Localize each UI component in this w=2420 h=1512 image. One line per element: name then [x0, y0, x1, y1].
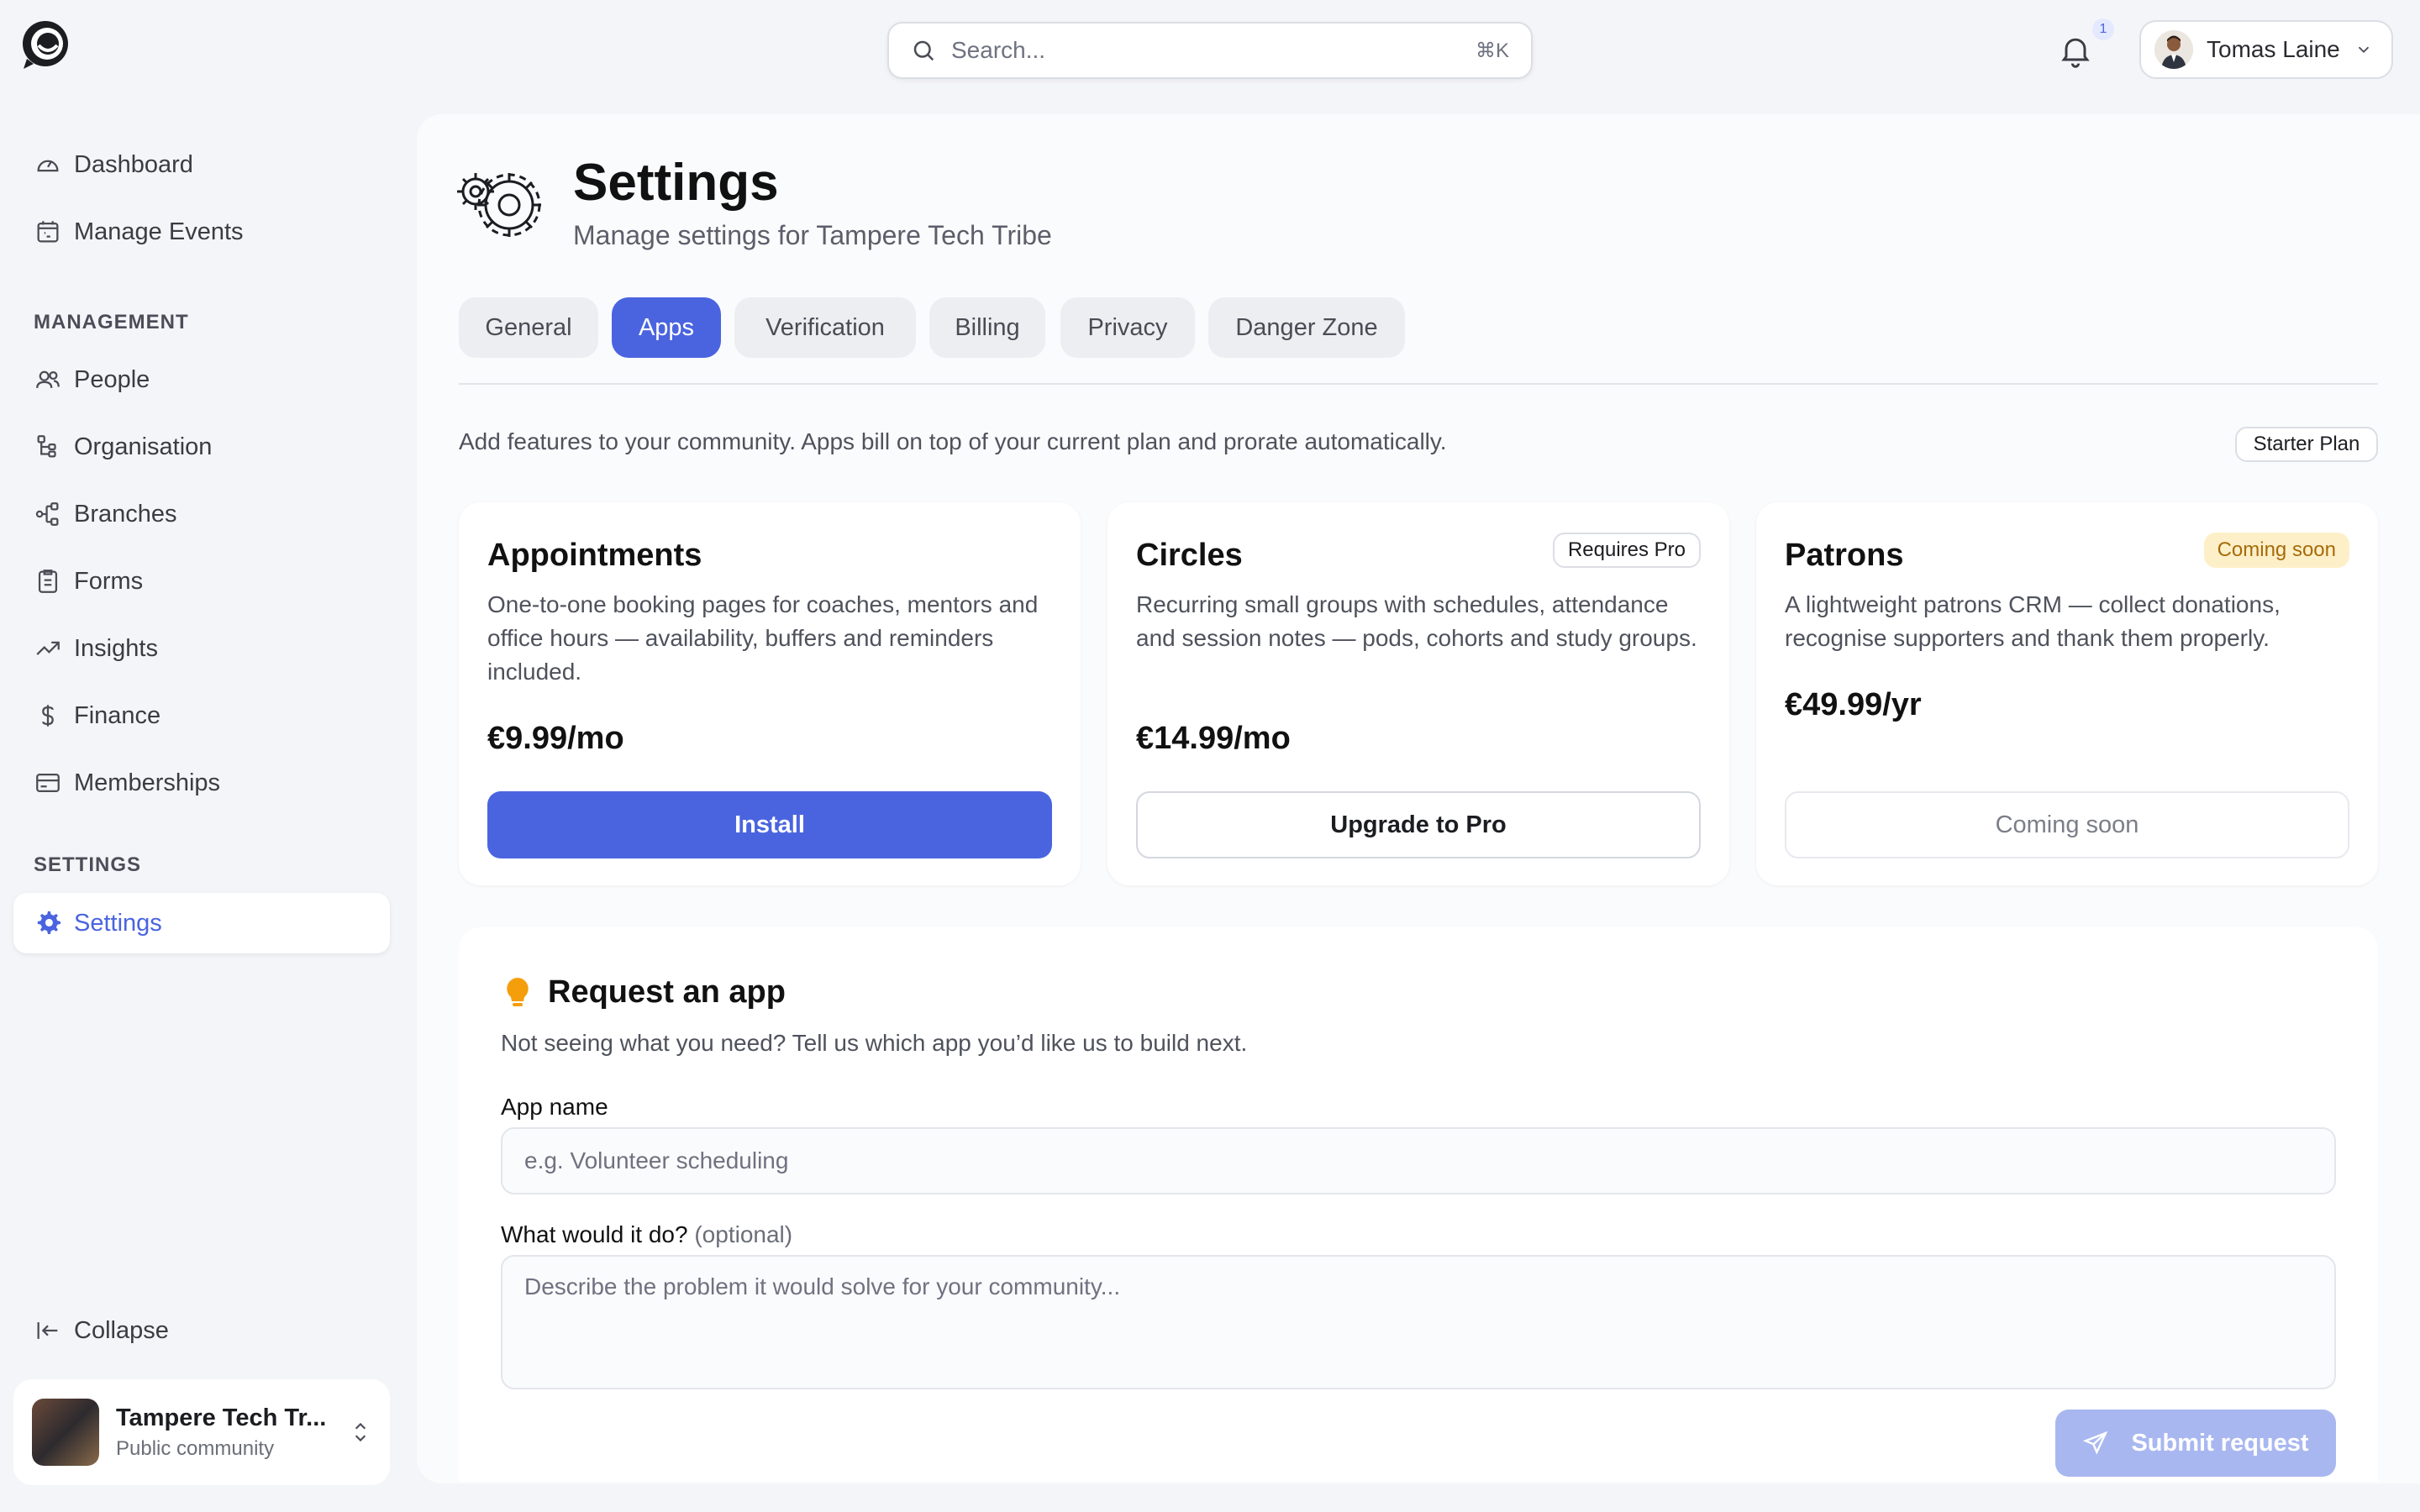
- sidebar-item-forms[interactable]: Forms: [13, 551, 390, 612]
- collapse-icon: [34, 1316, 62, 1345]
- trend-up-icon: [34, 634, 62, 663]
- page-title: Settings: [573, 154, 779, 212]
- dollar-icon: [34, 701, 62, 730]
- sidebar-item-label: Finance: [74, 701, 161, 729]
- sidebar-item-label: Insights: [74, 634, 158, 662]
- app-logo[interactable]: [20, 18, 74, 72]
- app-description: A lightweight patrons CRM — collect dona…: [1785, 591, 2281, 651]
- app-card-circles: Circles Requires Pro Recurring small gro…: [1107, 502, 1729, 885]
- user-name: Tomas Laine: [2207, 36, 2340, 62]
- search-bar[interactable]: Search... ⌘K: [887, 22, 1533, 79]
- upgrade-to-pro-button[interactable]: Upgrade to Pro: [1136, 791, 1701, 858]
- tabs-divider: [459, 383, 2378, 385]
- request-title: Request an app: [548, 974, 786, 1010]
- submit-request-button[interactable]: Submit request: [2055, 1410, 2336, 1477]
- people-icon: [34, 365, 62, 394]
- sidebar-item-label: Manage Events: [74, 218, 244, 245]
- sidebar-item-finance[interactable]: Finance: [13, 685, 390, 746]
- community-name: Tampere Tech Tr...: [116, 1404, 327, 1431]
- avatar: [2154, 30, 2193, 69]
- tab-verification[interactable]: Verification: [734, 297, 916, 358]
- calendar-icon: [34, 218, 62, 246]
- search-shortcut: ⌘K: [1475, 39, 1509, 62]
- tab-billing[interactable]: Billing: [929, 297, 1045, 358]
- app-price: €49.99/yr: [1785, 687, 1922, 722]
- app-name-input[interactable]: e.g. Volunteer scheduling: [501, 1127, 2336, 1194]
- sidebar-item-label: Memberships: [74, 769, 221, 796]
- section-label-settings: SETTINGS: [34, 853, 142, 876]
- search-input[interactable]: Search...: [951, 37, 1476, 64]
- app-name: Circles: [1136, 538, 1243, 573]
- tab-privacy[interactable]: Privacy: [1060, 297, 1195, 358]
- requires-pro-badge: Requires Pro: [1552, 533, 1701, 568]
- notification-badge: 1: [2092, 18, 2114, 40]
- sidebar-item-label: Dashboard: [74, 150, 193, 178]
- lightbulb-icon: [502, 976, 533, 1010]
- card-icon: [34, 769, 62, 797]
- app-card-patrons: Patrons Coming soon A lightweight patron…: [1756, 502, 2378, 885]
- chevron-down-icon: [2354, 40, 2373, 59]
- branches-icon: [34, 500, 62, 528]
- sidebar-item-people[interactable]: People: [13, 349, 390, 410]
- gears-icon: [455, 165, 555, 245]
- bell-icon[interactable]: [2057, 32, 2094, 69]
- app-description: Recurring small groups with schedules, a…: [1136, 591, 1697, 651]
- form-icon: [34, 567, 62, 596]
- sidebar-item-insights[interactable]: Insights: [13, 618, 390, 679]
- app-name: Appointments: [487, 538, 702, 573]
- collapse-button[interactable]: Collapse: [13, 1300, 390, 1361]
- user-menu[interactable]: Tomas Laine: [2139, 20, 2393, 79]
- sidebar-item-label: Forms: [74, 567, 144, 595]
- org-tree-icon: [34, 433, 62, 461]
- sidebar-item-label: Branches: [74, 500, 177, 528]
- sidebar-item-dashboard[interactable]: Dashboard: [13, 134, 390, 195]
- request-app-section: [459, 927, 2378, 1482]
- community-type: Public community: [116, 1436, 275, 1460]
- sidebar-item-label: People: [74, 365, 150, 393]
- sidebar-item-label: Organisation: [74, 433, 213, 460]
- sidebar-item-manage-events[interactable]: Manage Events: [13, 202, 390, 262]
- collapse-label: Collapse: [74, 1316, 169, 1344]
- coming-soon-button: Coming soon: [1785, 791, 2349, 858]
- sidebar-item-label: Settings: [74, 909, 162, 937]
- sidebar-item-memberships[interactable]: Memberships: [13, 753, 390, 813]
- tab-general[interactable]: General: [459, 297, 598, 358]
- section-label-management: MANAGEMENT: [34, 311, 189, 333]
- submit-label: Submit request: [2131, 1429, 2309, 1457]
- tab-apps[interactable]: Apps: [612, 297, 721, 358]
- optional-hint: (optional): [694, 1221, 793, 1247]
- app-name-label: App name: [501, 1094, 608, 1120]
- chevron-updown-icon: [350, 1420, 371, 1445]
- page-subtitle: Manage settings for Tampere Tech Tribe: [573, 220, 1052, 250]
- community-thumbnail: [32, 1399, 99, 1466]
- app-description: One-to-one booking pages for coaches, me…: [487, 591, 1039, 685]
- sidebar-item-settings[interactable]: Settings: [13, 893, 390, 953]
- apps-intro: Add features to your community. Apps bil…: [459, 428, 1447, 454]
- sidebar-item-branches[interactable]: Branches: [13, 484, 390, 544]
- community-switcher[interactable]: Tampere Tech Tr... Public community: [13, 1379, 390, 1485]
- search-icon: [911, 38, 936, 63]
- tab-danger-zone[interactable]: Danger Zone: [1208, 297, 1405, 358]
- app-price: €9.99/mo: [487, 721, 624, 756]
- gauge-icon: [34, 150, 62, 179]
- install-button[interactable]: Install: [487, 791, 1052, 858]
- app-name: Patrons: [1785, 538, 1904, 573]
- app-price: €14.99/mo: [1136, 721, 1291, 756]
- description-textarea[interactable]: Describe the problem it would solve for …: [501, 1255, 2336, 1389]
- plan-badge: Starter Plan: [2235, 427, 2378, 462]
- coming-soon-badge: Coming soon: [2203, 533, 2349, 568]
- request-subtitle: Not seeing what you need? Tell us which …: [501, 1030, 1248, 1056]
- sidebar-item-organisation[interactable]: Organisation: [13, 417, 390, 477]
- gear-icon: [34, 909, 62, 937]
- send-icon: [2082, 1430, 2109, 1457]
- app-card-appointments: Appointments One-to-one booking pages fo…: [459, 502, 1081, 885]
- description-label: What would it do? (optional): [501, 1221, 793, 1247]
